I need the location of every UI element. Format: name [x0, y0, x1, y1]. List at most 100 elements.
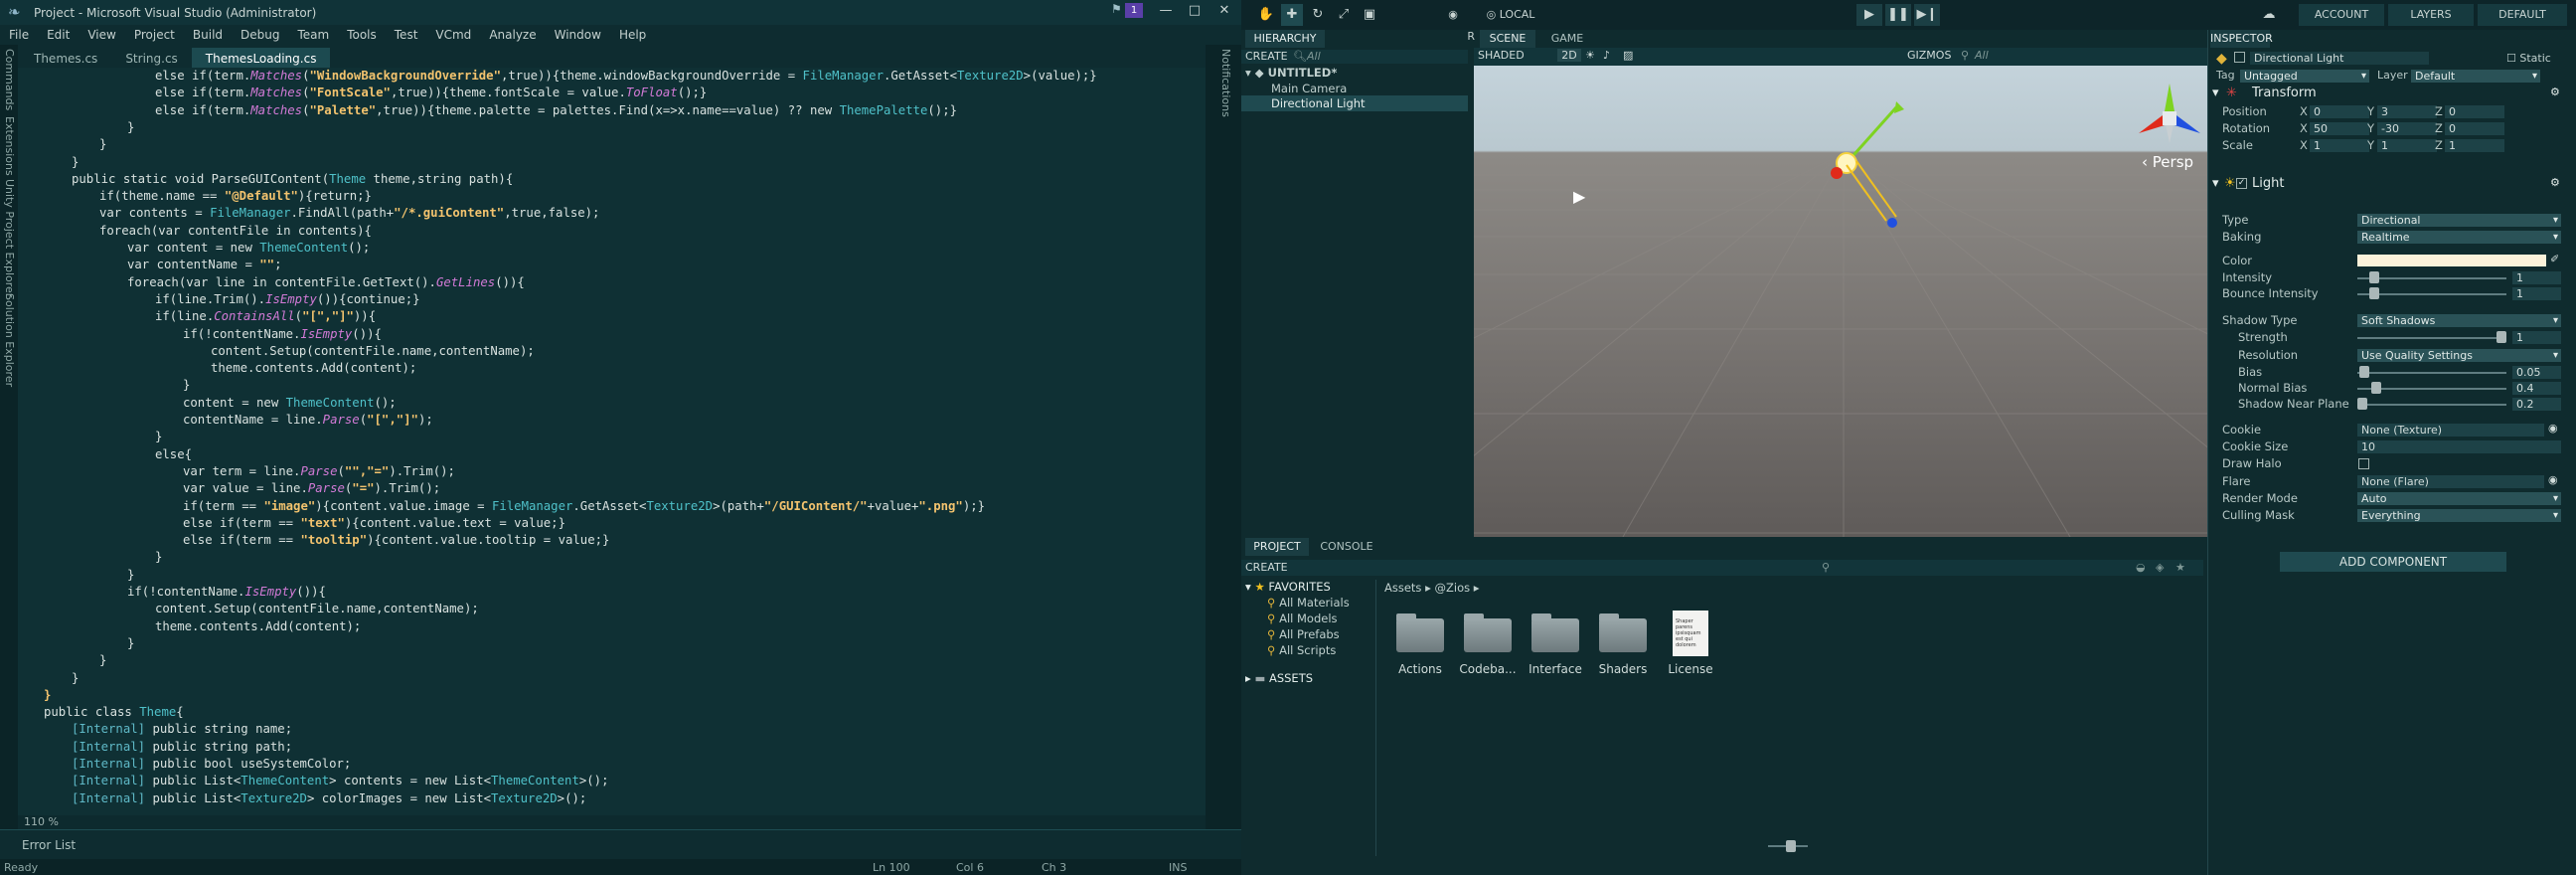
tab-inspector[interactable]: INSPECTOR: [2210, 30, 2273, 48]
file-license[interactable]: License: [1656, 662, 1725, 676]
light-component-header[interactable]: ▾ ☀ ✓ Light ⚙: [2208, 176, 2576, 194]
resolution-dropdown[interactable]: Use Quality Settings: [2357, 349, 2561, 362]
scale-z-field[interactable]: 1: [2445, 139, 2504, 152]
icon-size-slider-knob[interactable]: [1786, 840, 1796, 852]
code-line[interactable]: theme.contents.Add(content);: [155, 618, 361, 635]
position-x-field[interactable]: 0: [2310, 105, 2369, 118]
flare-field[interactable]: None (Flare): [2357, 475, 2544, 488]
minimize-button[interactable]: —: [1151, 0, 1181, 22]
light-gizmo[interactable]: [1817, 93, 1936, 233]
audio-toggle-icon[interactable]: ♪: [1603, 49, 1610, 62]
filter-by-label-icon[interactable]: ◈: [2156, 561, 2164, 574]
code-line[interactable]: if(term == "image"){content.value.image …: [183, 498, 985, 515]
tab-project[interactable]: PROJECT: [1245, 538, 1309, 556]
menu-team[interactable]: Team: [288, 28, 338, 42]
play-button[interactable]: ▶: [1856, 4, 1882, 26]
code-line[interactable]: }: [127, 567, 134, 584]
folder-icon[interactable]: [1464, 613, 1512, 652]
code-editor[interactable]: else if(term.Matches("WindowBackgroundOv…: [18, 68, 1206, 815]
eyedropper-icon[interactable]: ✐: [2550, 253, 2559, 265]
code-line[interactable]: }: [72, 154, 79, 171]
cookie-size-field[interactable]: 10: [2357, 440, 2561, 453]
code-line[interactable]: else if(term == "text"){content.value.te…: [183, 515, 565, 532]
strength-slider-knob[interactable]: [2496, 331, 2506, 343]
code-line[interactable]: theme.contents.Add(content);: [211, 360, 416, 377]
close-button[interactable]: ✕: [1209, 0, 1239, 22]
filter-by-type-icon[interactable]: ◒: [2136, 561, 2146, 574]
notifications-panel-tab[interactable]: Notifications: [1219, 49, 1232, 117]
fav-all-materials[interactable]: ⚲ All Materials: [1267, 596, 1350, 610]
code-line[interactable]: }: [155, 429, 162, 445]
commands-panel-tab[interactable]: Commands: [3, 49, 16, 110]
near-plane-slider[interactable]: [2357, 404, 2506, 406]
menu-project[interactable]: Project: [125, 28, 184, 42]
render-mode-dropdown[interactable]: Auto: [2357, 492, 2561, 505]
step-button[interactable]: ▶❙: [1914, 4, 1940, 26]
folder-shaders[interactable]: Shaders: [1588, 662, 1658, 676]
tab-hierarchy[interactable]: HIERARCHY: [1245, 30, 1325, 48]
code-line[interactable]: }: [127, 119, 134, 136]
code-line[interactable]: var content = new ThemeContent();: [127, 240, 370, 257]
tab-game[interactable]: GAME: [1539, 30, 1595, 48]
hierarchy-create-button[interactable]: CREATE: [1245, 50, 1288, 63]
layout-dropdown[interactable]: DEFAULT: [2478, 4, 2567, 26]
persp-label[interactable]: ‹ Persp: [2142, 153, 2193, 171]
intensity-slider[interactable]: [2357, 277, 2506, 279]
notification-badge[interactable]: 1: [1125, 3, 1143, 18]
draw-halo-checkbox[interactable]: [2358, 458, 2369, 469]
light-color-swatch[interactable]: [2357, 255, 2546, 266]
tag-dropdown[interactable]: Untagged: [2240, 70, 2369, 83]
code-line[interactable]: }: [72, 670, 79, 687]
code-line[interactable]: if(theme.name == "@Default"){return;}: [99, 188, 372, 205]
tab-scene[interactable]: SCENE: [1480, 30, 1535, 48]
tab-themes-cs[interactable]: Themes.cs: [20, 48, 111, 70]
gizmos-dropdown[interactable]: GIZMOS: [1907, 49, 1951, 62]
menu-file[interactable]: File: [0, 28, 38, 42]
rotation-z-field[interactable]: 0: [2445, 122, 2504, 135]
light-enabled-checkbox[interactable]: ✓: [2236, 178, 2247, 189]
menu-help[interactable]: Help: [610, 28, 655, 42]
menu-window[interactable]: Window: [546, 28, 610, 42]
effects-toggle-icon[interactable]: ▨: [1623, 49, 1633, 62]
favorites-node[interactable]: ▾ ★ FAVORITES: [1245, 580, 1331, 594]
menu-vcmd[interactable]: VCmd: [426, 28, 480, 42]
code-line[interactable]: var contentName = "";: [127, 257, 281, 273]
position-y-field[interactable]: 3: [2377, 105, 2437, 118]
rotate-tool-icon[interactable]: ↻: [1307, 4, 1329, 26]
layer-dropdown[interactable]: Default: [2411, 70, 2540, 83]
cookie-field[interactable]: None (Texture): [2357, 424, 2544, 437]
intensity-field[interactable]: 1: [2512, 271, 2561, 284]
menu-edit[interactable]: Edit: [38, 28, 79, 42]
breadcrumb-zios[interactable]: @Zios: [1435, 581, 1471, 595]
bias-slider[interactable]: [2357, 372, 2506, 374]
code-line[interactable]: var value = line.Parse("=").Trim();: [183, 480, 440, 497]
folder-icon[interactable]: [1531, 613, 1579, 652]
code-line[interactable]: public class Theme{: [44, 704, 184, 721]
solution-explorer-tab[interactable]: Solution Explorer: [3, 293, 16, 387]
unity-project-explorer-tab[interactable]: Unity Project Explorer: [3, 179, 16, 297]
menu-analyze[interactable]: Analyze: [480, 28, 545, 42]
code-line[interactable]: else{: [155, 446, 192, 463]
notification-flag-icon[interactable]: ⚑: [1111, 2, 1122, 16]
save-search-icon[interactable]: ★: [2175, 561, 2185, 574]
code-line[interactable]: }: [44, 687, 51, 704]
menu-tools[interactable]: Tools: [338, 28, 386, 42]
code-line[interactable]: else if(term.Matches("FontScale",true)){…: [155, 85, 707, 101]
zoom-level[interactable]: 110 %: [18, 815, 1206, 829]
strength-slider[interactable]: [2357, 337, 2506, 339]
pause-button[interactable]: ❚❚: [1885, 4, 1911, 26]
code-line[interactable]: content = new ThemeContent();: [183, 395, 397, 412]
folder-interface[interactable]: Interface: [1521, 662, 1590, 676]
tab-string-cs[interactable]: String.cs: [111, 48, 191, 70]
menu-build[interactable]: Build: [184, 28, 232, 42]
pivot-local-toggle[interactable]: ◎ LOCAL: [1484, 4, 1537, 26]
normal-bias-field[interactable]: 0.4: [2512, 382, 2561, 395]
code-line[interactable]: [Internal] public List<ThemeContent> con…: [72, 773, 608, 789]
license-file-icon[interactable]: Shaper parens ipsisquam est qui dolorem: [1673, 611, 1708, 656]
shading-mode-dropdown[interactable]: SHADED: [1478, 49, 1525, 62]
code-line[interactable]: if(line.ContainsAll("[","]")){: [155, 308, 376, 325]
code-line[interactable]: }: [99, 652, 106, 669]
code-line[interactable]: if(line.Trim().IsEmpty()){continue;}: [155, 291, 420, 308]
folder-actions[interactable]: Actions: [1385, 662, 1455, 676]
code-line[interactable]: if(!contentName.IsEmpty()){: [183, 326, 382, 343]
